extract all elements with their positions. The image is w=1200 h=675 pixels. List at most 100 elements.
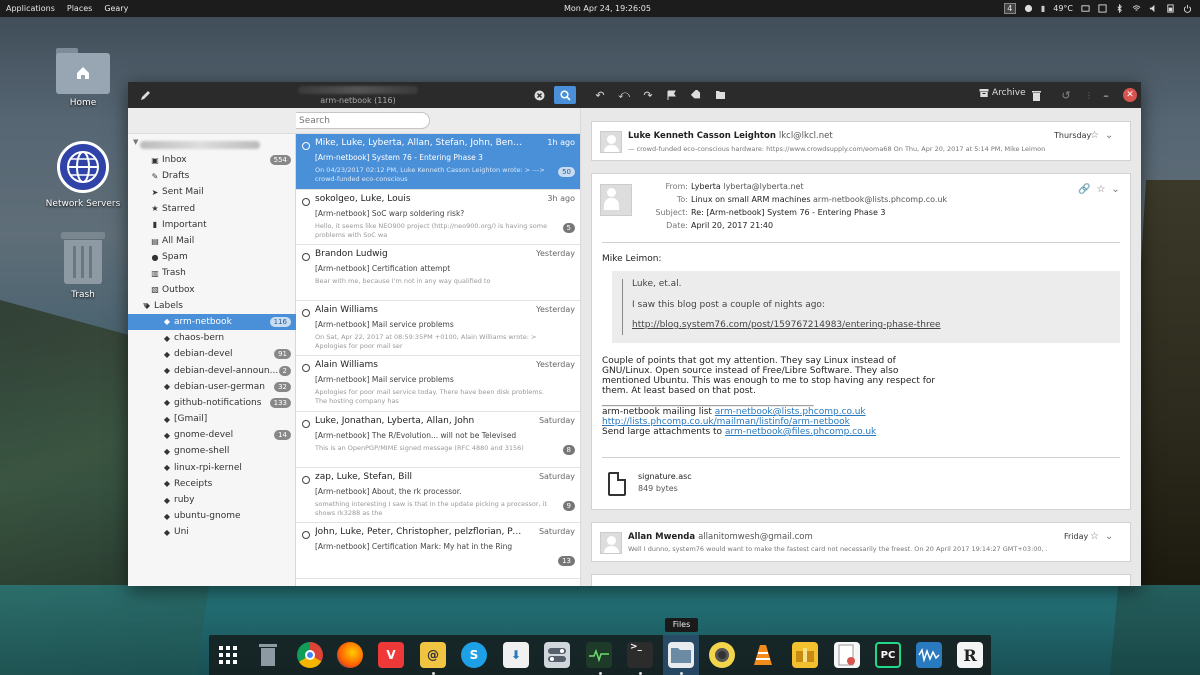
archive-button[interactable]: Archive	[979, 88, 1026, 98]
system-monitor-icon[interactable]	[586, 642, 612, 668]
close-button[interactable]: ✕	[1123, 88, 1137, 102]
temperature-label[interactable]: 49°C	[1053, 4, 1073, 13]
label-button[interactable]	[685, 86, 707, 104]
email-card-collapsed[interactable]: Luke Kenneth Casson Leighton lkcl@lkcl.n…	[591, 121, 1131, 161]
delete-button[interactable]	[1025, 86, 1047, 104]
geary-menu[interactable]: Geary	[98, 4, 134, 13]
expand-arrow-icon[interactable]: ▼	[143, 302, 148, 309]
settings-toggles-icon[interactable]	[544, 642, 570, 668]
star-icon[interactable]: ☆	[1090, 130, 1099, 141]
desktop-network-servers[interactable]: Network Servers	[38, 141, 128, 209]
places-menu[interactable]: Places	[61, 4, 98, 13]
applications-menu[interactable]: Applications	[0, 4, 61, 13]
sidebar-item[interactable]: ● Spam	[128, 249, 296, 265]
reply-button[interactable]: ↶	[589, 86, 611, 104]
sidebar-item[interactable]: ▤ All Mail	[128, 233, 296, 249]
compose-button[interactable]	[134, 86, 156, 104]
sidebar-item[interactable]: ▼ ◆ Labels	[128, 298, 296, 314]
conversation-item[interactable]: Alain Williams Yesterday [Arm-netbook] Mai…	[296, 356, 580, 412]
quote-link[interactable]: http://blog.system76.com/post/1597672149…	[632, 320, 941, 330]
sidebar-item[interactable]: ◆ github-notifications 133	[128, 395, 296, 411]
sidebar-item[interactable]: ➤ Sent Mail	[128, 184, 296, 200]
email-menu-icon[interactable]: ⌄	[1105, 531, 1113, 542]
app-grid-icon[interactable]	[215, 642, 241, 668]
skype-icon[interactable]: S	[461, 642, 487, 668]
unread-dot-icon[interactable]	[302, 308, 310, 317]
sidebar-item[interactable]: ◆ gnome-shell	[128, 443, 296, 459]
wifi-icon[interactable]	[1132, 4, 1141, 13]
sidebar-item[interactable]: ▮ Important	[128, 217, 296, 233]
list-email-link[interactable]: arm-netbook@lists.phcomp.co.uk	[715, 407, 866, 417]
firefox-icon[interactable]	[337, 642, 363, 668]
software-bag-icon[interactable]: ⬇	[503, 642, 529, 668]
undo-button[interactable]: ↺	[1055, 86, 1077, 104]
bluetooth-icon[interactable]	[1115, 4, 1124, 13]
rhythmbox-icon[interactable]	[709, 642, 735, 668]
unread-dot-icon[interactable]	[302, 253, 310, 262]
volume-icon[interactable]	[1149, 4, 1158, 13]
conversation-item[interactable]: sokolgeo, Luke, Louis 3h ago [Arm-netbook]…	[296, 190, 580, 246]
search-button[interactable]	[554, 86, 576, 104]
sidebar-item[interactable]: ◆ arm-netbook 116	[128, 313, 296, 331]
star-icon[interactable]: ☆	[1096, 184, 1105, 195]
forward-button[interactable]: ↷	[637, 86, 659, 104]
unread-dot-icon[interactable]	[302, 420, 310, 428]
screen-icon[interactable]	[1081, 4, 1090, 13]
search-input[interactable]	[296, 112, 430, 129]
desktop-home[interactable]: Home	[38, 48, 128, 108]
sidebar-item[interactable]: ◆ gnome-devel 14	[128, 427, 296, 443]
flag-button[interactable]	[661, 86, 683, 104]
sidebar-item[interactable]: ◆ Receipts	[128, 476, 296, 492]
sidebar-item[interactable]: ▧ Outbox	[128, 282, 296, 298]
conversation-item[interactable]: Mike, Luke, Lyberta, Allan, Stefan, John…	[296, 134, 580, 190]
conversation-item[interactable]: Brandon Ludwig Yesterday [Arm-netbook] Cer…	[296, 245, 580, 301]
conversation-item[interactable]: zap, Luke, Stefan, Bill Saturday [Arm-netb…	[296, 468, 580, 524]
window-icon[interactable]	[1098, 4, 1107, 13]
sidebar-item[interactable]: ◆ Uni	[128, 524, 296, 540]
move-button[interactable]	[709, 86, 731, 104]
files-icon[interactable]	[668, 642, 694, 668]
workspace-indicator[interactable]: 4	[1003, 3, 1016, 14]
email-menu-icon[interactable]: ⌄	[1111, 184, 1119, 195]
sidebar-item[interactable]: ▥ Trash	[128, 265, 296, 281]
sidebar-item[interactable]: ◆ linux-rpi-kernel	[128, 460, 296, 476]
battery-icon[interactable]	[1166, 4, 1175, 13]
list-info-link[interactable]: http://lists.phcomp.co.uk/mailman/listin…	[602, 417, 876, 427]
sidebar-item[interactable]: ◆ chaos-bern	[128, 330, 296, 346]
sidebar-item[interactable]: ◆ debian-user-german 32	[128, 379, 296, 395]
vlc-icon[interactable]	[750, 642, 776, 668]
sidebar-item[interactable]: ◆ [Gmail]	[128, 411, 296, 427]
sidebar-item[interactable]: ✎ Drafts	[128, 168, 296, 184]
unread-dot-icon[interactable]	[302, 475, 310, 484]
sidebar-item[interactable]: ◆ debian-devel 91	[128, 346, 296, 362]
star-icon[interactable]: ☆	[1090, 531, 1099, 542]
archive-manager-icon[interactable]	[792, 642, 818, 668]
email-card-partial[interactable]	[591, 574, 1131, 586]
text-editor-icon[interactable]	[834, 642, 860, 668]
minimize-button[interactable]: –	[1095, 86, 1117, 104]
mark-read-button[interactable]	[528, 86, 550, 104]
sidebar-item[interactable]: ◆ ruby	[128, 492, 296, 508]
attachment[interactable]: signature.asc 849 bytes	[602, 469, 802, 501]
unread-dot-icon[interactable]	[302, 142, 310, 150]
power-icon[interactable]	[1183, 4, 1192, 13]
waveform-icon[interactable]	[916, 642, 942, 668]
chrome-icon[interactable]	[297, 642, 323, 668]
unread-dot-icon[interactable]	[302, 197, 310, 206]
attachments-email-link[interactable]: arm-netbook@files.phcomp.co.uk	[725, 427, 876, 437]
terminal-icon[interactable]: >_	[627, 642, 653, 668]
weather-icon[interactable]	[1024, 4, 1033, 13]
conversation-item[interactable]: Luke, Jonathan, Lyberta, Allan, John Satu…	[296, 412, 580, 468]
unread-dot-icon[interactable]	[302, 531, 310, 540]
r-app-icon[interactable]: R	[957, 642, 983, 668]
email-card-collapsed[interactable]: Allan Mwenda allanitomwesh@gmail.com Wel…	[591, 522, 1131, 562]
trash-dock-icon[interactable]	[255, 642, 281, 668]
pycharm-icon[interactable]: PC	[875, 642, 901, 668]
conversation-item[interactable]: Alain Williams Yesterday [Arm-netbook] Mai…	[296, 301, 580, 357]
geary-mail-icon[interactable]: @	[420, 642, 446, 668]
sidebar-item[interactable]: ◆ ubuntu-gnome	[128, 508, 296, 524]
unread-dot-icon[interactable]	[302, 364, 310, 373]
conversation-item[interactable]: John, Luke, Peter, Christopher, pelzflor…	[296, 523, 580, 579]
clock[interactable]: Mon Apr 24, 19:26:05	[564, 0, 651, 17]
desktop-trash[interactable]: Trash	[38, 232, 128, 300]
